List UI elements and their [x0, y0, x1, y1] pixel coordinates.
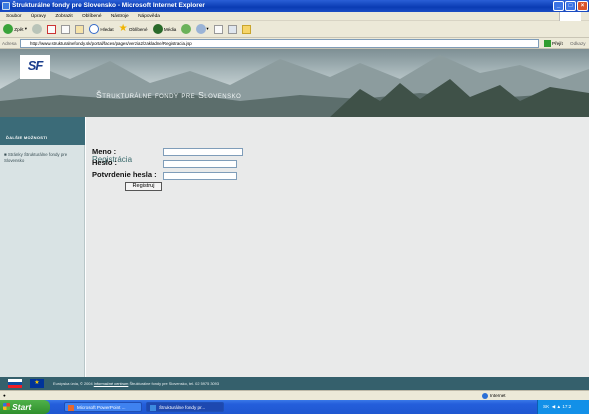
menu-edit[interactable]: Úpravy	[31, 14, 46, 19]
site-brand-title: Štrukturálne fondy pre Slovensko	[96, 90, 242, 100]
nav-link-sf[interactable]: ■ Stránky Štrukturálne fondy pre Slovens…	[4, 152, 82, 163]
window-titlebar: Štrukturálne fondy pre Slovensko - Micro…	[0, 0, 589, 12]
media-button[interactable]: Média	[152, 24, 176, 34]
footer-suffix: Štrukturálne fondy pre Slovensko, tel. 0…	[129, 381, 219, 386]
potvrdenie-input[interactable]	[163, 172, 237, 180]
stop-icon	[47, 24, 57, 34]
menu-help[interactable]: Nápověda	[138, 14, 160, 19]
search-button[interactable]: Hledat	[89, 24, 114, 34]
taskbar: Start Microsoft PowerPoint ... Štrukturá…	[0, 400, 589, 414]
home-icon	[75, 24, 85, 34]
mail-icon	[196, 24, 207, 34]
heslo-label: Heslo :	[92, 158, 118, 167]
minimize-button[interactable]: _	[553, 1, 564, 11]
meno-input[interactable]	[163, 148, 243, 156]
status-bar: ● Internet	[0, 390, 589, 400]
folder-button[interactable]	[241, 24, 251, 34]
mail-button[interactable]: ▾	[196, 24, 209, 34]
address-url: http://www.strukturalnefondy.sk/portal/f…	[30, 41, 192, 46]
mountains-image	[0, 55, 589, 117]
refresh-button[interactable]	[61, 24, 71, 34]
history-button[interactable]	[181, 24, 192, 34]
potvrdenie-label: Potvrdenie hesla :	[92, 170, 157, 179]
taskbar-powerpoint[interactable]: Microsoft PowerPoint ...	[64, 402, 142, 412]
media-icon	[152, 24, 163, 34]
footer-prefix: Európska únia, © 2004	[53, 381, 93, 386]
back-arrow-icon	[3, 24, 13, 34]
address-input[interactable]: http://www.strukturalnefondy.sk/portal/f…	[20, 39, 539, 48]
forward-button[interactable]	[32, 24, 43, 34]
edit-icon	[227, 24, 237, 34]
menu-file[interactable]: Soubor	[6, 14, 21, 19]
slovak-flag-icon	[8, 379, 22, 388]
globe-icon	[482, 392, 488, 399]
menu-tools[interactable]: Nástroje	[111, 14, 129, 19]
sf-logo[interactable]: SF	[20, 55, 50, 79]
maximize-button[interactable]: □	[565, 1, 576, 11]
print-button[interactable]	[213, 24, 223, 34]
edit-button[interactable]	[227, 24, 237, 34]
go-arrow-icon	[544, 40, 551, 48]
site-banner	[0, 49, 589, 117]
eu-flag-icon: ★	[30, 379, 44, 388]
search-icon	[89, 24, 100, 34]
main-content	[86, 117, 589, 389]
register-button[interactable]: Registruj	[125, 182, 162, 191]
start-button[interactable]: Start	[0, 400, 50, 414]
forward-arrow-icon	[32, 24, 43, 34]
ie-task-icon	[150, 405, 156, 411]
tray-icons: ◀ ▲	[551, 404, 562, 409]
close-button[interactable]: ×	[577, 1, 588, 11]
address-label: Adresa	[2, 41, 17, 46]
star-icon: ★	[118, 23, 128, 34]
footer-info-link[interactable]: Informačné centrum	[94, 381, 129, 386]
menu-favorites[interactable]: Oblíbené	[82, 14, 101, 19]
language-indicator[interactable]: SK	[543, 404, 549, 409]
back-button[interactable]: Zpět ▾	[3, 24, 27, 34]
heslo-input[interactable]	[163, 160, 237, 168]
favorites-button[interactable]: ★ Oblíbené	[119, 24, 148, 34]
meno-label: Meno :	[92, 147, 117, 156]
menu-view[interactable]: Zobrazit	[55, 14, 72, 19]
site-footer: ★ Európska únia, © 2004 Informačné centr…	[0, 377, 589, 390]
print-icon	[213, 24, 223, 34]
folder-icon	[241, 24, 251, 34]
windows-logo-icon	[559, 12, 581, 21]
ie-icon	[2, 2, 10, 10]
taskbar-ie[interactable]: Štrukturálne fondy pr...	[146, 402, 224, 412]
refresh-icon	[61, 24, 71, 34]
window-title: Štrukturálne fondy pre Slovensko - Micro…	[12, 2, 205, 9]
powerpoint-icon	[68, 405, 74, 411]
links-button[interactable]: Odkazy	[570, 38, 586, 49]
clock: 17:2	[562, 404, 572, 409]
go-button[interactable]: Přejít	[544, 39, 568, 48]
stop-button[interactable]	[47, 24, 57, 34]
nav-header: ĎALŠIE MOŽNOSTI	[0, 117, 85, 145]
home-button[interactable]	[75, 24, 85, 34]
history-icon	[181, 24, 192, 34]
menu-bar: Soubor Úpravy Zobrazit Oblíbené Nástroje…	[0, 12, 589, 21]
toolbar: Zpět ▾ Hledat ★ Oblíbené Média ▾	[0, 21, 589, 38]
system-tray: SK ◀ ▲ 17:2	[537, 400, 589, 414]
windows-flag-icon	[3, 403, 10, 410]
address-bar: Adresa http://www.strukturalnefondy.sk/p…	[0, 38, 589, 49]
